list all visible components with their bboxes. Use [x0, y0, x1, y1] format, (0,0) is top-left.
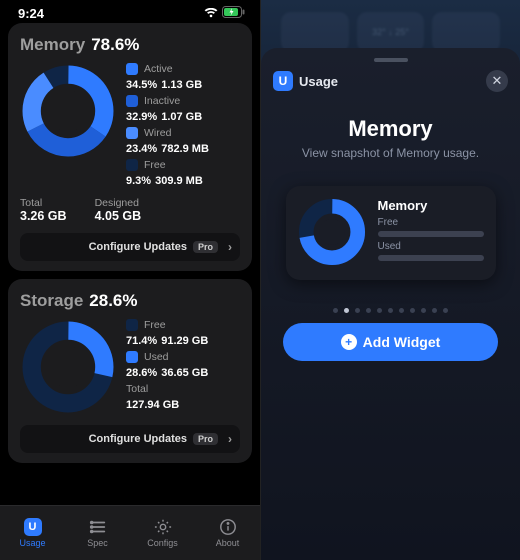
memory-bottom-row: Total 3.26 GB Designed 4.05 GB — [20, 197, 240, 223]
widget-hero-subtitle: View snapshot of Memory usage. — [273, 146, 508, 160]
swatch-icon — [126, 159, 138, 171]
widget-preview-card[interactable]: Memory Free Used — [286, 186, 496, 280]
usage-app-icon: U — [24, 518, 42, 536]
page-dot[interactable] — [333, 308, 338, 313]
configure-updates-button[interactable]: Configure Updates Pro › — [20, 233, 240, 261]
usage-app-screen: 9:24 Memory 78.6% — [0, 0, 261, 560]
tab-usage[interactable]: U Usage — [0, 506, 65, 560]
page-dot[interactable] — [399, 308, 404, 313]
sheet-header: U Usage ✕ — [273, 70, 508, 92]
page-dot[interactable] — [377, 308, 382, 313]
memory-legend: Active 34.5% 1.13 GB Inactive 32.9% 1.07… — [126, 63, 240, 187]
legend-row-wired: Wired — [126, 127, 240, 139]
close-button[interactable]: ✕ — [486, 70, 508, 92]
tab-about[interactable]: About — [195, 506, 260, 560]
preview-donut-icon — [298, 198, 366, 266]
page-dot[interactable] — [366, 308, 371, 313]
legend-values-total: 127.94 GB — [126, 399, 240, 411]
preview-bar-used — [378, 255, 484, 261]
usage-app-icon: U — [273, 71, 293, 91]
pro-badge: Pro — [193, 433, 218, 445]
sheet-app-label: U Usage — [273, 71, 338, 91]
memory-percent: 78.6% — [91, 35, 139, 55]
swatch-icon — [126, 63, 138, 75]
legend-values-free: 9.3% 309.9 MB — [126, 175, 240, 187]
legend-values-used: 28.6% 36.65 GB — [126, 367, 240, 379]
background-widgets: 32° ↓ 25° — [281, 12, 500, 52]
spec-icon — [89, 518, 107, 536]
info-icon — [219, 518, 237, 536]
storage-legend: Free 71.4% 91.29 GB Used 28.6% 36.65 GB — [126, 319, 240, 415]
legend-values-free: 71.4% 91.29 GB — [126, 335, 240, 347]
legend-values-wired: 23.4% 782.9 MB — [126, 143, 240, 155]
close-icon: ✕ — [492, 73, 503, 89]
page-dot[interactable] — [410, 308, 415, 313]
clock: 9:24 — [18, 6, 44, 21]
tab-spec[interactable]: Spec — [65, 506, 130, 560]
legend-row-inactive: Inactive — [126, 95, 240, 107]
widget-hero-title: Memory — [273, 116, 508, 142]
legend-row-free: Free — [126, 319, 240, 331]
page-dot[interactable] — [388, 308, 393, 313]
pro-badge: Pro — [193, 241, 218, 253]
cards-container: Memory 78.6% — [0, 23, 260, 463]
status-bar: 9:24 — [0, 0, 260, 23]
legend-row-active: Active — [126, 63, 240, 75]
preview-bar-free — [378, 231, 484, 237]
add-widget-button[interactable]: + Add Widget — [283, 323, 498, 361]
swatch-icon — [126, 319, 138, 331]
legend-values-inactive: 32.9% 1.07 GB — [126, 111, 240, 123]
page-dot[interactable] — [443, 308, 448, 313]
legend-row-total: Total — [126, 383, 240, 395]
memory-total: Total 3.26 GB — [20, 197, 67, 223]
plus-icon: + — [341, 334, 357, 350]
wifi-icon — [204, 6, 218, 21]
widget-hero: Memory View snapshot of Memory usage. — [273, 116, 508, 160]
gear-icon — [154, 518, 172, 536]
storage-donut-chart — [20, 319, 116, 415]
storage-title: Storage — [20, 291, 83, 311]
sheet-grabber[interactable] — [374, 58, 408, 62]
status-icons — [204, 6, 246, 21]
chevron-right-icon: › — [228, 240, 232, 254]
preview-info: Memory Free Used — [378, 198, 484, 266]
page-dot[interactable] — [421, 308, 426, 313]
tab-configs[interactable]: Configs — [130, 506, 195, 560]
legend-row-free: Free — [126, 159, 240, 171]
memory-card: Memory 78.6% — [8, 23, 252, 271]
chevron-right-icon: › — [228, 432, 232, 446]
background-widget-left — [281, 12, 349, 52]
page-dot[interactable] — [432, 308, 437, 313]
configure-updates-button[interactable]: Configure Updates Pro › — [20, 425, 240, 453]
tab-bar: U Usage Spec Configs About — [0, 505, 260, 560]
memory-designed: Designed 4.05 GB — [95, 197, 142, 223]
background-widget-weather: 32° ↓ 25° — [357, 12, 425, 52]
battery-icon — [222, 6, 246, 21]
widget-picker-sheet: U Usage ✕ Memory View snapshot of Memory… — [261, 48, 520, 560]
page-dot[interactable] — [355, 308, 360, 313]
storage-percent: 28.6% — [89, 291, 137, 311]
legend-values-active: 34.5% 1.13 GB — [126, 79, 240, 91]
memory-donut-chart — [20, 63, 116, 159]
background-widget-right — [432, 12, 500, 52]
storage-title-row: Storage 28.6% — [20, 291, 240, 311]
legend-row-used: Used — [126, 351, 240, 363]
widget-gallery-screen: 32° ↓ 25° U Usage ✕ Memory View snapshot… — [261, 0, 520, 560]
swatch-icon — [126, 351, 138, 363]
memory-title: Memory — [20, 35, 85, 55]
swatch-icon — [126, 95, 138, 107]
page-dot[interactable] — [344, 308, 349, 313]
page-dots[interactable] — [273, 308, 508, 313]
storage-card: Storage 28.6% Free 7 — [8, 279, 252, 463]
swatch-icon — [126, 127, 138, 139]
memory-title-row: Memory 78.6% — [20, 35, 240, 55]
